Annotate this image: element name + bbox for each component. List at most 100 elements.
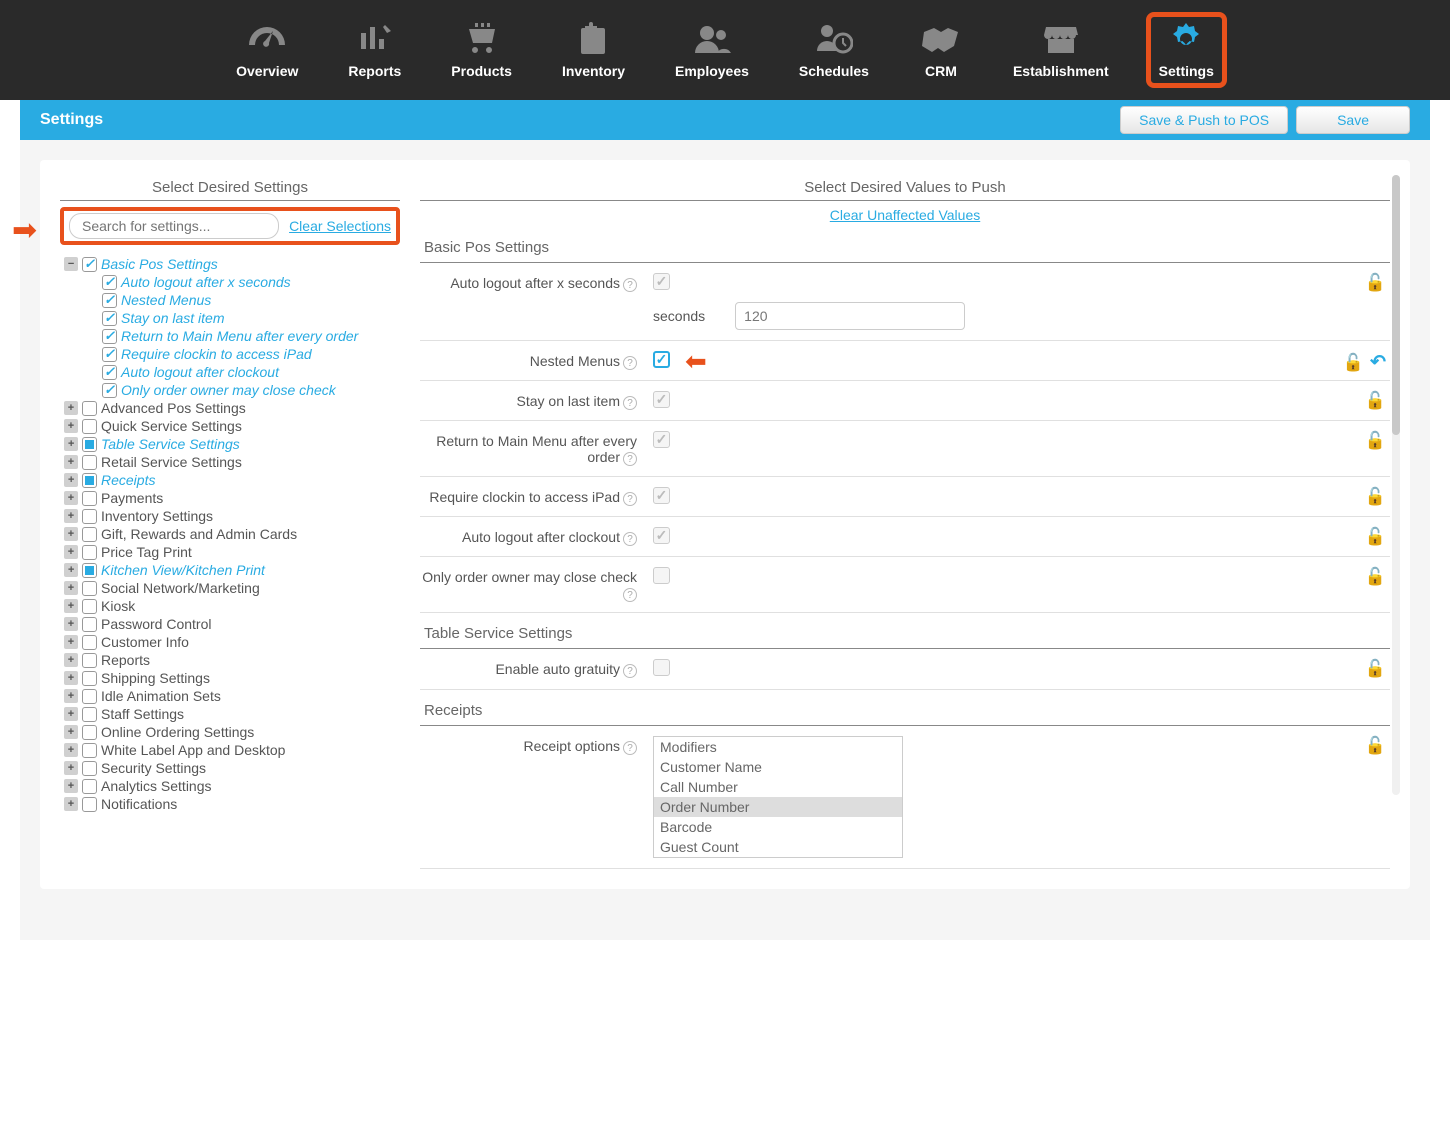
- tree-item[interactable]: +Online Ordering Settings: [64, 723, 400, 741]
- tree-item[interactable]: +Receipts: [64, 471, 400, 489]
- expand-icon[interactable]: +: [64, 635, 78, 649]
- listbox-item[interactable]: Barcode: [654, 817, 902, 837]
- tree-item[interactable]: +Kitchen View/Kitchen Print: [64, 561, 400, 579]
- checkbox[interactable]: [82, 581, 97, 596]
- unlock-icon[interactable]: 🔓: [1365, 567, 1386, 587]
- unlock-icon[interactable]: 🔓: [1343, 353, 1364, 373]
- checkbox[interactable]: [82, 743, 97, 758]
- unlock-icon[interactable]: 🔓: [1365, 659, 1386, 679]
- checkbox[interactable]: [82, 707, 97, 722]
- checkbox[interactable]: [82, 725, 97, 740]
- tree-item[interactable]: +Gift, Rewards and Admin Cards: [64, 525, 400, 543]
- checkbox-require-clockin[interactable]: [653, 487, 670, 504]
- clear-selections-link[interactable]: Clear Selections: [289, 218, 391, 234]
- tree-item[interactable]: +Idle Animation Sets: [64, 687, 400, 705]
- expand-icon[interactable]: +: [64, 797, 78, 811]
- expand-icon[interactable]: +: [64, 707, 78, 721]
- nav-reports[interactable]: Reports: [348, 21, 401, 79]
- expand-icon[interactable]: +: [64, 509, 78, 523]
- expand-icon[interactable]: +: [64, 689, 78, 703]
- nav-establishment[interactable]: Establishment: [1013, 21, 1109, 79]
- listbox-item[interactable]: Order Number: [654, 797, 902, 817]
- checkbox[interactable]: [82, 257, 97, 272]
- nav-settings[interactable]: Settings: [1146, 12, 1227, 88]
- listbox-item[interactable]: Modifiers: [654, 737, 902, 757]
- expand-icon[interactable]: +: [64, 743, 78, 757]
- expand-icon[interactable]: +: [64, 725, 78, 739]
- nav-inventory[interactable]: Inventory: [562, 21, 625, 79]
- checkbox[interactable]: [82, 491, 97, 506]
- checkbox[interactable]: [82, 689, 97, 704]
- help-icon[interactable]: ?: [623, 452, 637, 466]
- tree-sub-item[interactable]: Auto logout after x seconds: [102, 273, 400, 291]
- tree-item[interactable]: +Advanced Pos Settings: [64, 399, 400, 417]
- checkbox[interactable]: [102, 383, 117, 398]
- collapse-icon[interactable]: −: [64, 257, 78, 271]
- tree-item[interactable]: +Customer Info: [64, 633, 400, 651]
- checkbox[interactable]: [82, 563, 97, 578]
- expand-icon[interactable]: +: [64, 599, 78, 613]
- unlock-icon[interactable]: 🔓: [1365, 431, 1386, 451]
- expand-icon[interactable]: +: [64, 455, 78, 469]
- checkbox[interactable]: [102, 311, 117, 326]
- checkbox[interactable]: [82, 635, 97, 650]
- checkbox[interactable]: [82, 401, 97, 416]
- checkbox[interactable]: [82, 419, 97, 434]
- checkbox[interactable]: [82, 653, 97, 668]
- help-icon[interactable]: ?: [623, 278, 637, 292]
- help-icon[interactable]: ?: [623, 664, 637, 678]
- help-icon[interactable]: ?: [623, 741, 637, 755]
- receipt-options-listbox[interactable]: ModifiersCustomer NameCall NumberOrder N…: [653, 736, 903, 858]
- expand-icon[interactable]: +: [64, 779, 78, 793]
- tree-item[interactable]: +Payments: [64, 489, 400, 507]
- expand-icon[interactable]: +: [64, 617, 78, 631]
- expand-icon[interactable]: +: [64, 653, 78, 667]
- tree-item[interactable]: +Notifications: [64, 795, 400, 813]
- expand-icon[interactable]: +: [64, 401, 78, 415]
- unlock-icon[interactable]: 🔓: [1365, 487, 1386, 507]
- checkbox-auto-gratuity[interactable]: [653, 659, 670, 676]
- checkbox[interactable]: [82, 761, 97, 776]
- tree-item[interactable]: +Security Settings: [64, 759, 400, 777]
- help-icon[interactable]: ?: [623, 492, 637, 506]
- seconds-input[interactable]: [735, 302, 965, 330]
- checkbox[interactable]: [102, 347, 117, 362]
- tree-item[interactable]: +Reports: [64, 651, 400, 669]
- expand-icon[interactable]: +: [64, 581, 78, 595]
- nav-products[interactable]: Products: [451, 21, 512, 79]
- tree-item[interactable]: +Analytics Settings: [64, 777, 400, 795]
- expand-icon[interactable]: +: [64, 527, 78, 541]
- checkbox[interactable]: [82, 671, 97, 686]
- help-icon[interactable]: ?: [623, 588, 637, 602]
- checkbox[interactable]: [102, 293, 117, 308]
- tree-item[interactable]: +Inventory Settings: [64, 507, 400, 525]
- tree-item[interactable]: +Retail Service Settings: [64, 453, 400, 471]
- nav-crm[interactable]: CRM: [919, 21, 963, 79]
- search-input[interactable]: [69, 213, 279, 239]
- checkbox-auto-logout[interactable]: [653, 273, 670, 290]
- checkbox[interactable]: [82, 617, 97, 632]
- clear-unaffected-link[interactable]: Clear Unaffected Values: [830, 207, 980, 223]
- save-button[interactable]: Save: [1296, 106, 1410, 134]
- unlock-icon[interactable]: 🔓: [1365, 736, 1386, 756]
- checkbox[interactable]: [102, 365, 117, 380]
- checkbox-nested-menus[interactable]: [653, 351, 670, 368]
- expand-icon[interactable]: +: [64, 419, 78, 433]
- checkbox-only-owner[interactable]: [653, 567, 670, 584]
- listbox-item[interactable]: Call Number: [654, 777, 902, 797]
- checkbox[interactable]: [82, 599, 97, 614]
- save-push-button[interactable]: Save & Push to POS: [1120, 106, 1288, 134]
- checkbox-return-main[interactable]: [653, 431, 670, 448]
- nav-overview[interactable]: Overview: [236, 21, 298, 79]
- tree-item[interactable]: +Table Service Settings: [64, 435, 400, 453]
- expand-icon[interactable]: +: [64, 761, 78, 775]
- tree-sub-item[interactable]: Auto logout after clockout: [102, 363, 400, 381]
- unlock-icon[interactable]: 🔓: [1365, 391, 1386, 411]
- help-icon[interactable]: ?: [623, 532, 637, 546]
- undo-icon[interactable]: ↶: [1370, 351, 1386, 374]
- expand-icon[interactable]: +: [64, 563, 78, 577]
- checkbox[interactable]: [82, 509, 97, 524]
- expand-icon[interactable]: +: [64, 671, 78, 685]
- nav-schedules[interactable]: Schedules: [799, 21, 869, 79]
- tree-item[interactable]: +Shipping Settings: [64, 669, 400, 687]
